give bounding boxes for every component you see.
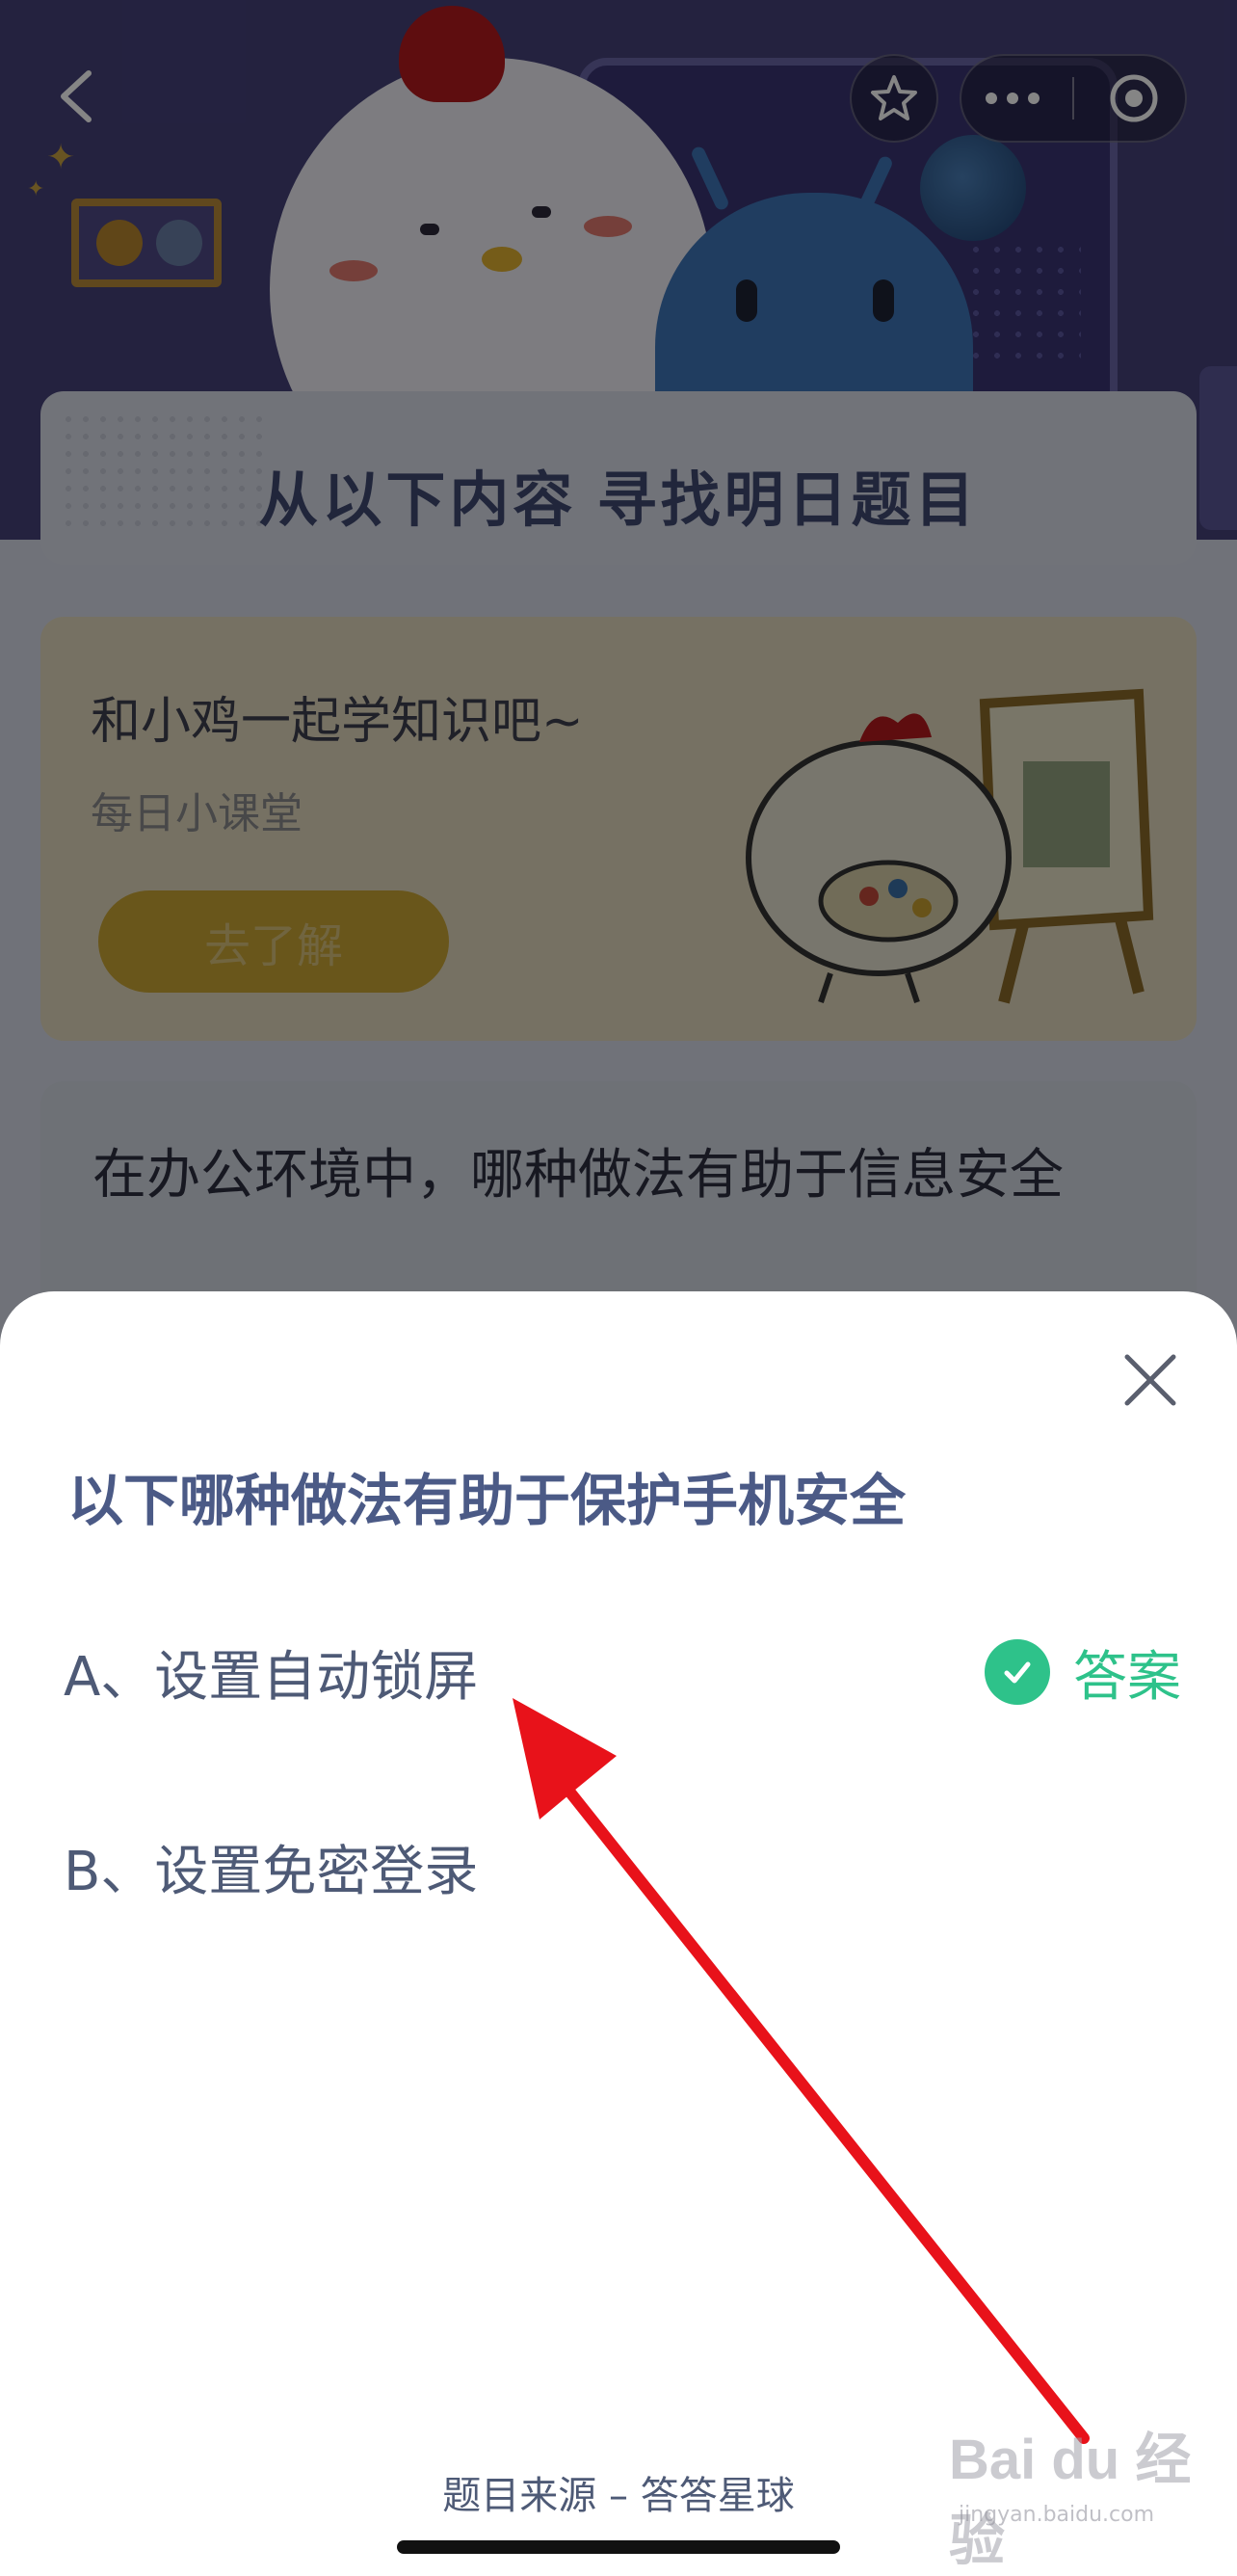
option-a-label: A、设置自动锁屏 bbox=[64, 1645, 479, 1709]
option-b[interactable]: B、设置免密登录 bbox=[64, 1814, 1181, 1920]
question-title: 以下哪种做法有助于保护手机安全 bbox=[67, 1470, 907, 1532]
option-a[interactable]: A、设置自动锁屏 答案 bbox=[64, 1619, 1181, 1725]
option-b-label: B、设置免密登录 bbox=[64, 1840, 479, 1903]
answer-bottom-sheet: 以下哪种做法有助于保护手机安全 A、设置自动锁屏 答案 B、设置免密登录 题目来… bbox=[0, 1291, 1237, 2576]
check-circle-icon bbox=[985, 1639, 1050, 1705]
watermark-logo: Bai du 经验 bbox=[949, 2429, 1192, 2572]
answer-badge: 答案 bbox=[985, 1633, 1181, 1712]
background-page: ✦ ✦ 从以下内容 寻找明日题目 和小鸡一起学知识吧~ 每日小课堂 去了解 在办… bbox=[0, 0, 1237, 1368]
close-button[interactable] bbox=[1119, 1349, 1181, 1411]
modal-backdrop[interactable] bbox=[0, 0, 1237, 1368]
answer-label: 答案 bbox=[1073, 1645, 1181, 1709]
close-icon bbox=[1124, 1354, 1176, 1406]
watermark-url: jingyan.baidu.com bbox=[959, 2503, 1155, 2527]
baidu-watermark: Bai du 经验 jingyan.baidu.com bbox=[949, 2414, 1209, 2572]
home-indicator[interactable] bbox=[397, 2540, 840, 2554]
